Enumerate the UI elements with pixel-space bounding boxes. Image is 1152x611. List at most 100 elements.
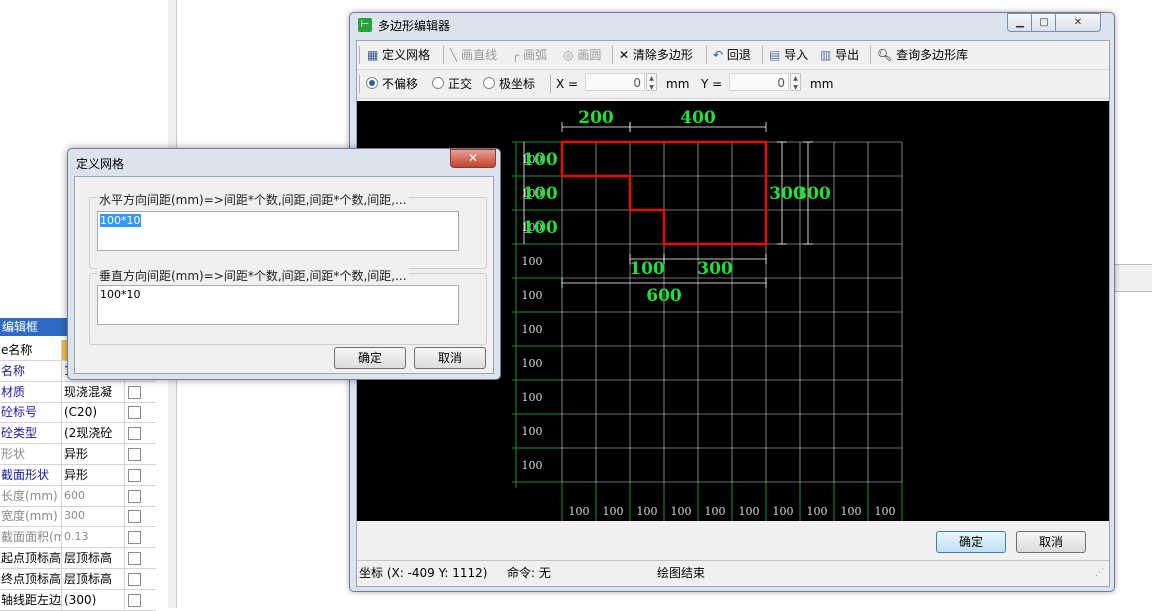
property-checkbox[interactable]	[128, 406, 141, 420]
property-name: e名称	[0, 340, 62, 360]
y-spinner[interactable]: ▲ ▼	[790, 73, 801, 91]
toolbar-separator	[550, 75, 551, 93]
editor-cancel-button[interactable]: 取消	[1016, 531, 1086, 553]
property-checkbox[interactable]	[128, 510, 141, 524]
horizontal-spacing-value: 100*10	[100, 214, 141, 227]
property-value[interactable]: 异形	[62, 444, 125, 464]
orthogonal-radio[interactable]: 正交	[432, 75, 472, 93]
horizontal-spacing-input[interactable]: 100*10	[97, 211, 459, 251]
property-name: 截面面积(m	[0, 527, 62, 548]
top-dimension-text: 400	[680, 108, 716, 128]
left-dimension-text: 100	[522, 150, 558, 170]
y-input[interactable]: 0	[729, 73, 789, 91]
dialog-client-area: 水平方向间距(mm)=>间距*个数,间距,间距*个数,间距,... 100*10…	[74, 176, 494, 374]
circle-icon: ◎	[563, 48, 574, 62]
property-value[interactable]: 异形	[62, 464, 125, 485]
property-row[interactable]: 宽度(mm) 300	[0, 506, 156, 528]
toolbar-grip	[359, 75, 360, 93]
top-dimension-text: 200	[578, 108, 614, 128]
property-value[interactable]: 现浇混凝	[62, 381, 125, 402]
query-library-button[interactable]: 🔍︎ 查询多边形库	[877, 46, 968, 64]
define-grid-button[interactable]: ▦ 定义网格	[367, 46, 430, 64]
main-toolbar: ▦ 定义网格 ╲ 画直线 ╭ 画弧 ◎ 画圆 ✕ 清除多边形 ↶ 回退 ▤ 导入…	[357, 41, 1109, 70]
toolbar-separator	[612, 46, 613, 64]
property-row[interactable]: 终点顶标高 层顶标高	[0, 568, 156, 590]
property-value[interactable]: 300	[62, 506, 125, 527]
property-name: 长度(mm)	[0, 485, 62, 506]
property-row[interactable]: 材质 现浇混凝	[0, 381, 156, 403]
property-row[interactable]: 砼标号 (C20)	[0, 402, 156, 424]
property-row[interactable]: 起点顶标高 层顶标高	[0, 548, 156, 569]
property-checkbox[interactable]	[128, 572, 141, 586]
toolbar-separator	[443, 46, 444, 64]
clear-polygon-label: 清除多边形	[632, 48, 693, 62]
clear-icon: ✕	[619, 48, 630, 62]
bottom-dimension-text: 100	[629, 259, 665, 279]
polar-radio[interactable]: 极坐标	[483, 75, 535, 93]
import-button[interactable]: ▤ 导入	[769, 46, 808, 64]
property-checkbox[interactable]	[128, 448, 141, 461]
property-row[interactable]: 轴线距左边 (300)	[0, 589, 156, 611]
property-row[interactable]: 截面形状 异形	[0, 464, 156, 486]
x-spinner[interactable]: ▲ ▼	[646, 73, 657, 91]
left-dimension-text: 100	[522, 218, 558, 238]
property-name: 形状	[0, 444, 62, 464]
grid-spacing-label: 100	[522, 323, 543, 336]
vertical-spacing-input[interactable]: 100*10	[97, 285, 459, 325]
toolbar-separator	[762, 46, 763, 64]
export-icon: ▥	[820, 48, 832, 62]
grid-spacing-label: 100	[671, 505, 692, 518]
property-value[interactable]: (C20)	[62, 402, 125, 423]
property-value[interactable]: (300)	[62, 589, 125, 610]
dialog-cancel-button[interactable]: 取消	[414, 347, 486, 369]
search-icon: 🔍︎	[877, 48, 893, 62]
property-name: 轴线距左边	[0, 589, 62, 610]
property-value[interactable]: 0.13	[62, 527, 125, 548]
grid-spacing-label: 100	[637, 505, 658, 518]
total-width-dimension-text: 600	[646, 286, 682, 306]
property-value[interactable]: 层顶标高	[62, 548, 125, 568]
property-checkbox[interactable]	[128, 552, 141, 565]
property-row[interactable]: 截面面积(m 0.13	[0, 527, 156, 549]
minimize-button[interactable]: ▁	[1007, 13, 1033, 32]
editor-ok-button[interactable]: 确定	[936, 531, 1006, 553]
undo-button[interactable]: ↶ 回退	[713, 46, 751, 64]
maximize-button[interactable]: □	[1031, 13, 1057, 32]
property-checkbox[interactable]	[128, 489, 141, 503]
x-unit: mm	[666, 77, 690, 91]
property-name: 砼类型	[0, 423, 62, 444]
draw-line-button[interactable]: ╲ 画直线	[450, 46, 497, 64]
property-checkbox[interactable]	[128, 468, 141, 482]
draw-circle-button[interactable]: ◎ 画圆	[563, 46, 601, 64]
draw-arc-button[interactable]: ╭ 画弧	[512, 46, 547, 64]
clear-polygon-button[interactable]: ✕ 清除多边形	[619, 46, 693, 64]
property-value[interactable]: (2现浇砼	[62, 423, 125, 444]
close-button[interactable]: ✕	[1055, 13, 1101, 32]
property-checkbox[interactable]	[128, 427, 141, 441]
property-value[interactable]: 层顶标高	[62, 568, 125, 589]
property-checkbox[interactable]	[128, 593, 141, 607]
window-title: 多边形编辑器	[378, 19, 451, 33]
grid-spacing-label: 100	[522, 391, 543, 404]
resize-grip-icon[interactable]: ⋰	[1095, 561, 1104, 585]
export-label: 导出	[835, 48, 860, 62]
dialog-title: 定义网格	[76, 157, 125, 171]
grid-spacing-label: 100	[522, 289, 543, 302]
property-row[interactable]: 形状 异形	[0, 444, 156, 465]
orthogonal-label: 正交	[448, 77, 473, 91]
status-message: 绘图结束	[657, 566, 706, 580]
dialog-close-button[interactable]: ✕	[450, 149, 496, 168]
property-name: 名称	[0, 360, 62, 381]
export-button[interactable]: ▥ 导出	[820, 46, 859, 64]
property-checkbox[interactable]	[128, 531, 141, 545]
property-row[interactable]: 长度(mm) 600	[0, 485, 156, 507]
property-value[interactable]: 600	[62, 485, 125, 506]
property-checkbox[interactable]	[128, 385, 141, 399]
polar-label: 极坐标	[499, 77, 536, 91]
status-bar: 坐标 (X: -409 Y: 1112) 命令: 无 绘图结束 ⋰	[357, 560, 1109, 585]
property-row[interactable]: 砼类型 (2现浇砼	[0, 423, 156, 445]
dialog-ok-button[interactable]: 确定	[334, 347, 406, 369]
no-offset-radio[interactable]: 不偏移	[366, 75, 418, 93]
y-unit: mm	[810, 77, 834, 91]
x-input[interactable]: 0	[585, 73, 645, 91]
